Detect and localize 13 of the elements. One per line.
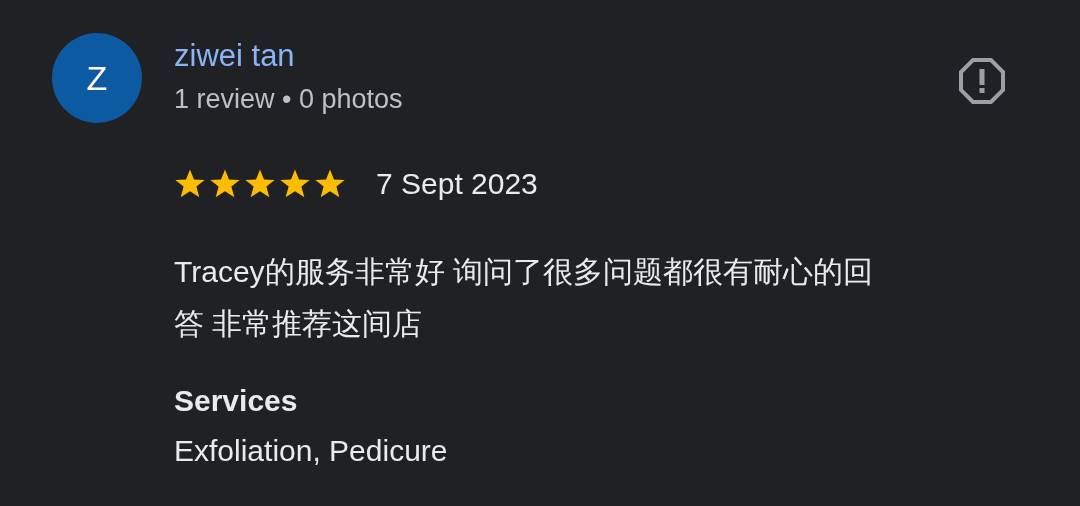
avatar: Z bbox=[52, 33, 142, 123]
star-icon bbox=[174, 168, 206, 199]
reviewer-name[interactable]: ziwei tan bbox=[174, 33, 403, 79]
star-icon bbox=[314, 168, 346, 199]
reviewer-stats: 1 review • 0 photos bbox=[174, 83, 403, 116]
star-icon bbox=[209, 168, 241, 199]
services-list: Exfoliation, Pedicure bbox=[174, 428, 1006, 474]
review-text: Tracey的服务非常好 询问了很多问题都很有耐心的回答 非常推荐这间店 bbox=[174, 254, 874, 342]
star-icon bbox=[244, 168, 276, 199]
star-icon bbox=[279, 168, 311, 199]
report-icon[interactable] bbox=[958, 57, 1006, 105]
services-heading: Services bbox=[174, 383, 299, 419]
review-date: 7 Sept 2023 bbox=[376, 166, 538, 202]
